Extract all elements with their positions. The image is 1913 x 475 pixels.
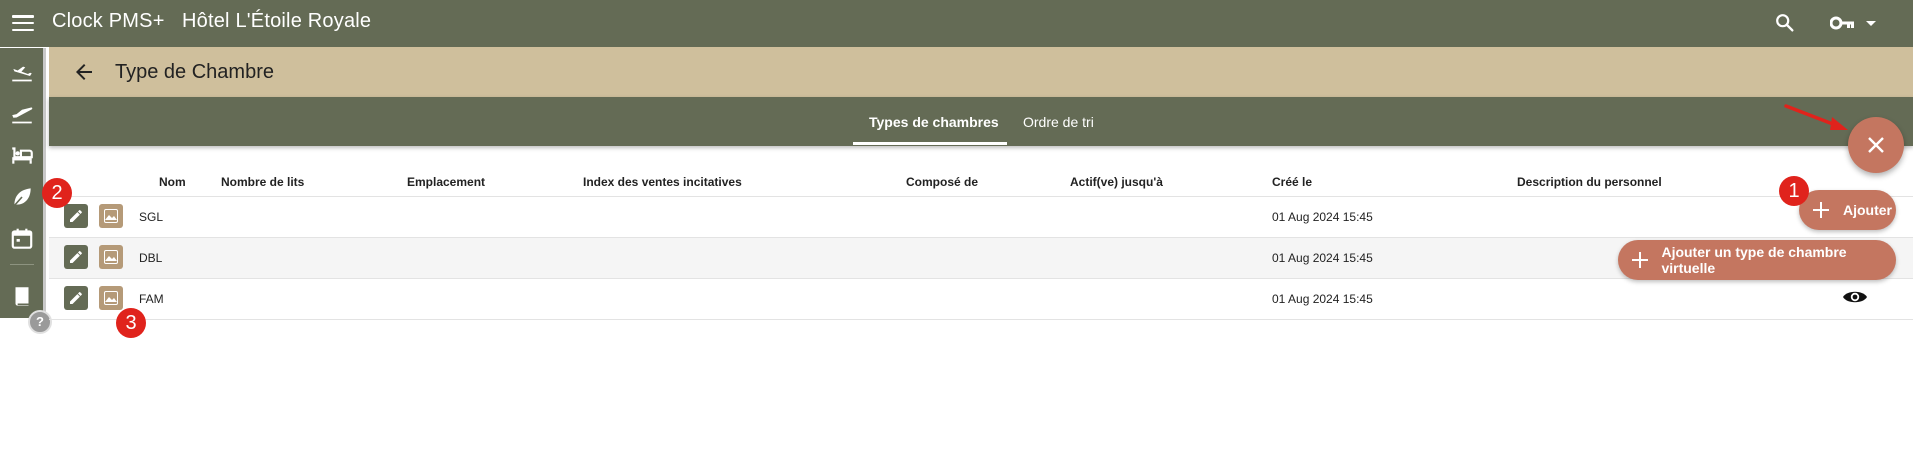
room-type-name: FAM: [139, 292, 164, 306]
column-header-actif-jusqua[interactable]: Actif(ve) jusqu'à: [1070, 175, 1163, 189]
bed-icon[interactable]: [9, 142, 35, 168]
sidebar-divider: [10, 264, 34, 265]
add-virtual-room-type-button[interactable]: Ajouter un type de chambre virtuelle: [1618, 240, 1896, 280]
plus-icon: [1813, 202, 1829, 218]
column-header-emplacement[interactable]: Emplacement: [407, 175, 485, 189]
departures-icon[interactable]: [9, 100, 35, 126]
created-date: 01 Aug 2024 15:45: [1272, 210, 1373, 224]
top-bar: Clock PMS+ Hôtel L'Étoile Royale: [0, 0, 1913, 47]
pencil-icon: [70, 251, 82, 263]
leaf-icon[interactable]: [9, 184, 35, 210]
column-header-index-ventes[interactable]: Index des ventes incitatives: [583, 175, 742, 189]
active-tab-indicator: [853, 142, 1007, 145]
calendar-icon[interactable]: [9, 226, 35, 252]
pencil-icon: [70, 210, 82, 222]
column-header-cree-le[interactable]: Créé le: [1272, 175, 1312, 189]
room-type-name: SGL: [139, 210, 164, 224]
annotation-arrow: [1784, 104, 1848, 130]
room-type-name: DBL: [139, 251, 163, 265]
close-fab-button[interactable]: [1848, 117, 1904, 173]
edit-button[interactable]: [64, 245, 88, 269]
image-button[interactable]: [99, 286, 123, 310]
eye-icon[interactable]: [1842, 288, 1868, 306]
add-virtual-label: Ajouter un type de chambre virtuelle: [1661, 244, 1847, 276]
image-button[interactable]: [99, 204, 123, 228]
menu-icon[interactable]: [12, 12, 34, 34]
caret-down-icon[interactable]: [1864, 16, 1878, 30]
edit-button[interactable]: [64, 204, 88, 228]
sidebar: [0, 48, 46, 318]
created-date: 01 Aug 2024 15:45: [1272, 251, 1373, 265]
column-header-description[interactable]: Description du personnel: [1517, 175, 1662, 189]
annotation-badge: 2: [42, 178, 72, 208]
created-date: 01 Aug 2024 15:45: [1272, 292, 1373, 306]
table-divider: [49, 319, 1913, 320]
arrivals-icon[interactable]: [9, 58, 35, 84]
table-row: [49, 278, 1913, 319]
tab-types-de-chambres[interactable]: Types de chambres: [869, 114, 999, 130]
add-button[interactable]: Ajouter: [1799, 190, 1896, 230]
tab-ordre-de-tri[interactable]: Ordre de tri: [1023, 114, 1094, 130]
add-button-label: Ajouter: [1843, 202, 1892, 218]
key-icon[interactable]: [1830, 13, 1856, 33]
back-arrow-icon[interactable]: [72, 60, 96, 84]
close-icon: [1868, 137, 1884, 153]
column-header-nombre-de-lits[interactable]: Nombre de lits: [221, 175, 304, 189]
column-header-compose-de[interactable]: Composé de: [906, 175, 978, 189]
hotel-name: Hôtel L'Étoile Royale: [182, 10, 372, 32]
edit-button[interactable]: [64, 286, 88, 310]
pencil-icon: [70, 292, 82, 304]
column-header-nom[interactable]: Nom: [159, 175, 186, 189]
table-row: [49, 196, 1913, 237]
page-title: Type de Chambre: [115, 61, 274, 83]
annotation-badge: 1: [1779, 176, 1809, 206]
search-icon[interactable]: [1774, 12, 1796, 34]
page-header: [49, 47, 1913, 97]
annotation-badge: 3: [116, 308, 146, 338]
app-title: Clock PMS+: [52, 10, 165, 32]
image-button[interactable]: [99, 245, 123, 269]
book-icon[interactable]: [9, 284, 35, 310]
plus-icon: [1632, 252, 1649, 268]
